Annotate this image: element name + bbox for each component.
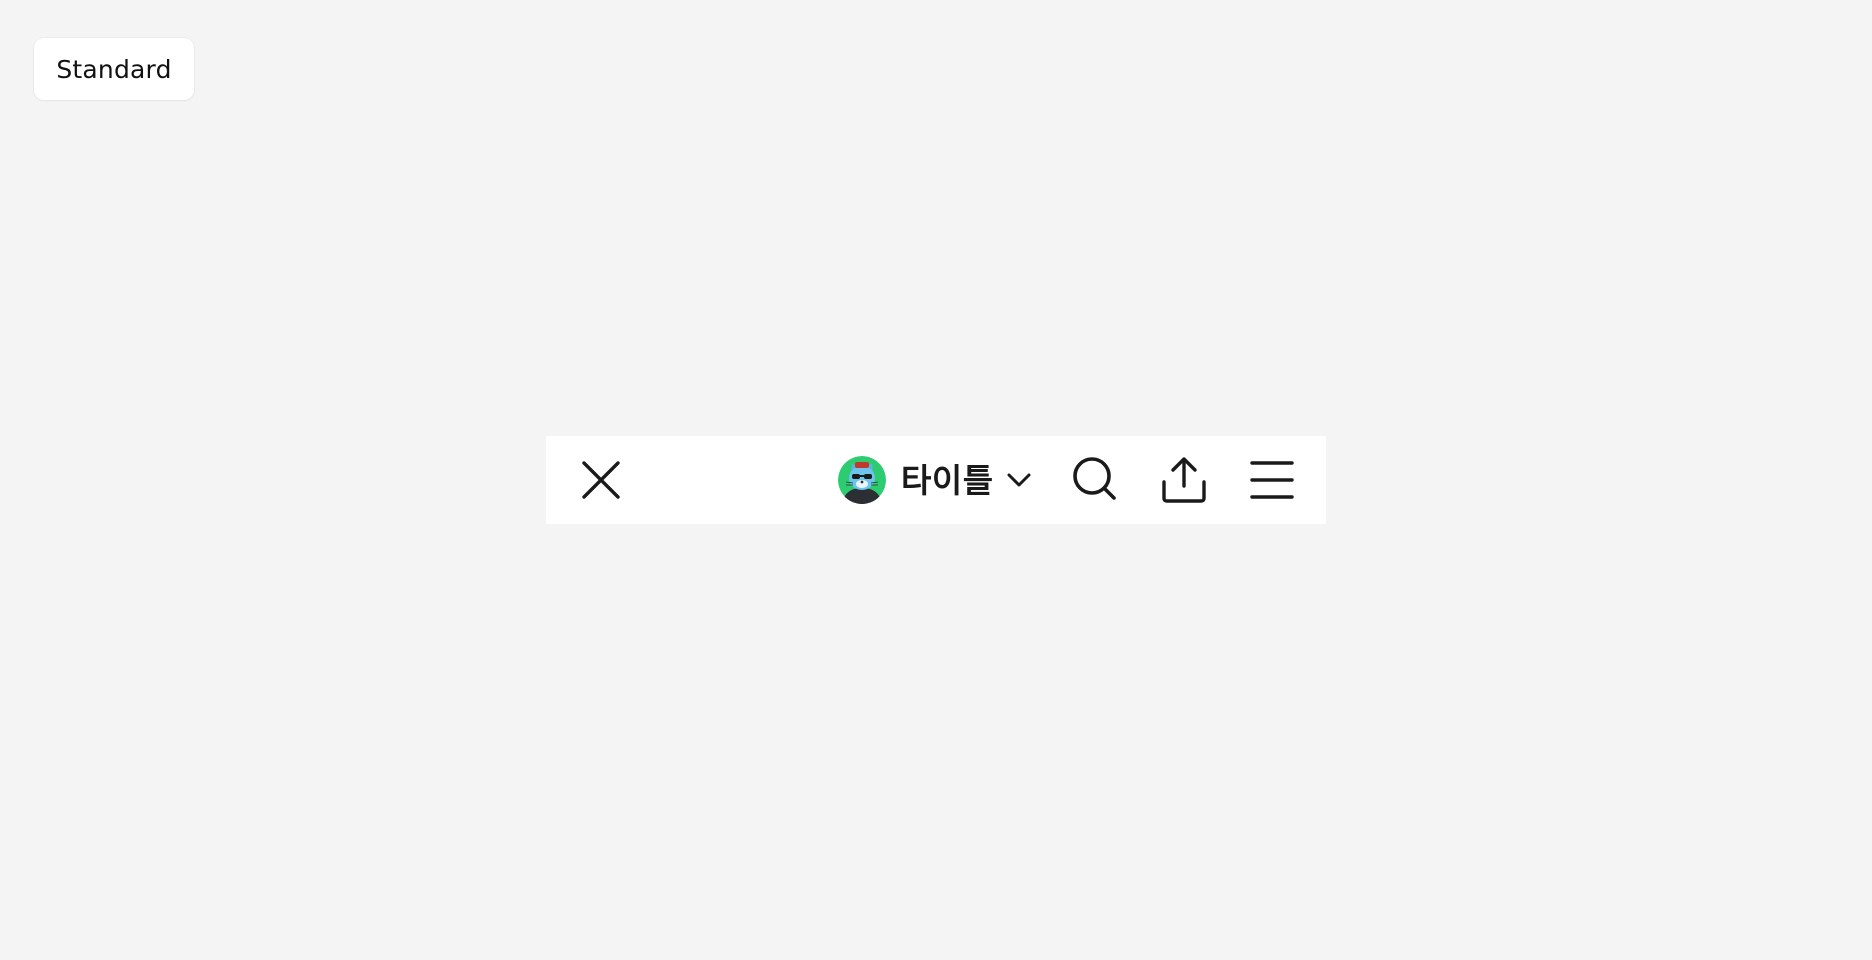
page-title: 타이틀 bbox=[901, 460, 994, 500]
close-button[interactable] bbox=[576, 456, 626, 504]
search-button[interactable] bbox=[1070, 454, 1122, 506]
share-upload-icon bbox=[1162, 457, 1206, 503]
cat-avatar-icon bbox=[838, 456, 886, 504]
menu-button[interactable] bbox=[1246, 454, 1298, 506]
variant-label: Standard bbox=[34, 38, 194, 100]
search-icon bbox=[1073, 457, 1116, 500]
menu-icon bbox=[1250, 461, 1294, 499]
close-icon bbox=[582, 461, 620, 499]
share-button[interactable] bbox=[1158, 454, 1210, 506]
title-dropdown[interactable]: 타이틀 bbox=[838, 454, 1034, 506]
avatar bbox=[838, 456, 886, 504]
chevron-down-icon bbox=[1004, 465, 1034, 495]
top-navigation-bar: 타이틀 bbox=[546, 436, 1326, 524]
